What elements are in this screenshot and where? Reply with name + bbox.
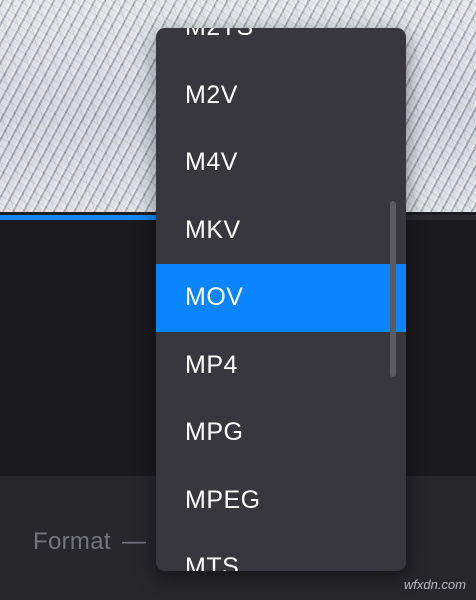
format-option-mpg[interactable]: MPG [156,399,406,467]
format-option-mpeg[interactable]: MPEG [156,467,406,535]
format-option-mkv[interactable]: MKV [156,197,406,265]
format-option-m4v[interactable]: M4V [156,129,406,197]
watermark: wfxdn.com [403,577,466,592]
dropdown-scrollbar[interactable] [390,201,396,377]
format-option-mts[interactable]: MTS [156,534,406,571]
format-option-m2ts[interactable]: M2TS [156,28,406,62]
format-option-mp4[interactable]: MP4 [156,332,406,400]
format-separator: — [122,528,146,555]
format-dropdown-menu[interactable]: M2TSM2VM4VMKVMOVMP4MPGMPEGMTS [156,28,406,571]
format-option-mov[interactable]: MOV [156,264,406,332]
format-option-m2v[interactable]: M2V [156,62,406,130]
format-label: Format [33,528,111,555]
format-options-list: M2TSM2VM4VMKVMOVMP4MPGMPEGMTS [156,28,406,571]
